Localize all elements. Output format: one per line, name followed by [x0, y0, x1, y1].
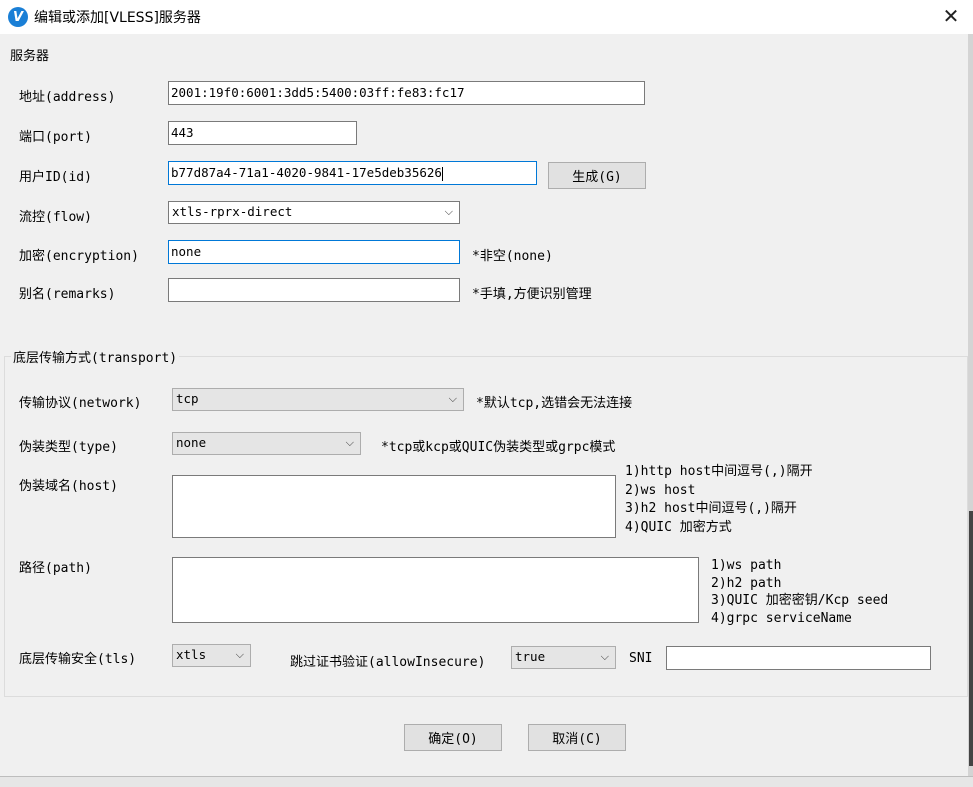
address-label: 地址(address)	[19, 90, 116, 105]
close-icon[interactable]: ✕	[937, 2, 965, 30]
path-hint-line: 2)h2 path	[711, 575, 782, 591]
user-id-input[interactable]: b77d87a4-71a1-4020-9841-17e5deb35626	[168, 161, 537, 185]
tls-select-value: xtls	[176, 647, 207, 662]
network-select[interactable]: tcp ⌵	[172, 388, 464, 411]
remarks-hint: *手填,方便识别管理	[472, 287, 592, 302]
tls-label: 底层传输安全(tls)	[19, 652, 137, 667]
app-logo-icon: V	[8, 7, 28, 27]
sni-label: SNI	[629, 651, 653, 666]
allow-insecure-value: true	[515, 649, 546, 664]
encryption-label: 加密(encryption)	[19, 249, 139, 264]
title-bar: V 编辑或添加[VLESS]服务器 ✕	[0, 0, 973, 34]
host-hint-line: 1)http host中间逗号(,)隔开	[625, 464, 813, 479]
type-label: 伪装类型(type)	[19, 440, 118, 455]
chevron-down-icon: ⌵	[600, 650, 609, 663]
host-label: 伪装域名(host)	[19, 479, 118, 494]
host-hints: 1)http host中间逗号(,)隔开 2)ws host 3)h2 host…	[625, 463, 813, 537]
path-textarea[interactable]	[172, 557, 699, 623]
ok-button[interactable]: 确定(O)	[404, 724, 502, 751]
sni-input[interactable]	[666, 646, 931, 670]
server-group-title: 服务器	[8, 45, 52, 64]
network-select-value: tcp	[176, 391, 199, 406]
network-label: 传输协议(network)	[19, 396, 142, 411]
flow-select-value: xtls-rprx-direct	[172, 204, 293, 219]
path-hint-line: 1)ws path	[711, 558, 782, 573]
generate-button[interactable]: 生成(G)	[548, 162, 646, 189]
cancel-button[interactable]: 取消(C)	[528, 724, 626, 751]
network-hint: *默认tcp,选错会无法连接	[476, 396, 633, 411]
host-textarea[interactable]	[172, 475, 616, 538]
path-label: 路径(path)	[19, 561, 92, 576]
chevron-down-icon: ⌵	[444, 205, 453, 218]
window-title: 编辑或添加[VLESS]服务器	[34, 10, 201, 26]
allow-insecure-select[interactable]: true ⌵	[511, 646, 616, 669]
encryption-hint: *非空(none)	[472, 249, 553, 264]
address-input[interactable]: 2001:19f0:6001:3dd5:5400:03ff:fe83:fc17	[168, 81, 645, 105]
chevron-down-icon: ⌵	[235, 648, 244, 661]
type-hint: *tcp或kcp或QUIC伪装类型或grpc模式	[381, 440, 616, 455]
user-id-label: 用户ID(id)	[19, 170, 92, 185]
transport-group-title: 底层传输方式(transport)	[11, 347, 180, 366]
remarks-label: 别名(remarks)	[19, 287, 116, 302]
path-hints: 1)ws path 2)h2 path 3)QUIC 加密密钥/Kcp seed…	[711, 557, 888, 627]
port-label: 端口(port)	[19, 130, 92, 145]
flow-label: 流控(flow)	[19, 210, 92, 225]
tls-select[interactable]: xtls ⌵	[172, 644, 251, 667]
host-hint-line: 3)h2 host中间逗号(,)隔开	[625, 501, 797, 516]
port-input[interactable]: 443	[168, 121, 357, 145]
path-hint-line: 4)grpc serviceName	[711, 610, 852, 626]
window-bottom-edge	[0, 776, 973, 787]
chevron-down-icon: ⌵	[345, 436, 354, 449]
chevron-down-icon: ⌵	[448, 392, 457, 405]
type-select[interactable]: none ⌵	[172, 432, 361, 455]
user-id-value: b77d87a4-71a1-4020-9841-17e5deb35626	[171, 165, 442, 180]
flow-select[interactable]: xtls-rprx-direct ⌵	[168, 201, 460, 224]
allow-insecure-label: 跳过证书验证(allowInsecure)	[290, 655, 486, 670]
encryption-input[interactable]: none	[168, 240, 460, 264]
host-hint-line: 4)QUIC 加密方式	[625, 519, 732, 535]
path-hint-line: 3)QUIC 加密密钥/Kcp seed	[711, 593, 889, 608]
remarks-input[interactable]	[168, 278, 460, 302]
window-right-edge	[968, 34, 973, 776]
background-window-edge	[969, 511, 973, 766]
type-select-value: none	[176, 435, 207, 450]
host-hint-line: 2)ws host	[625, 482, 696, 498]
text-caret	[441, 166, 443, 181]
